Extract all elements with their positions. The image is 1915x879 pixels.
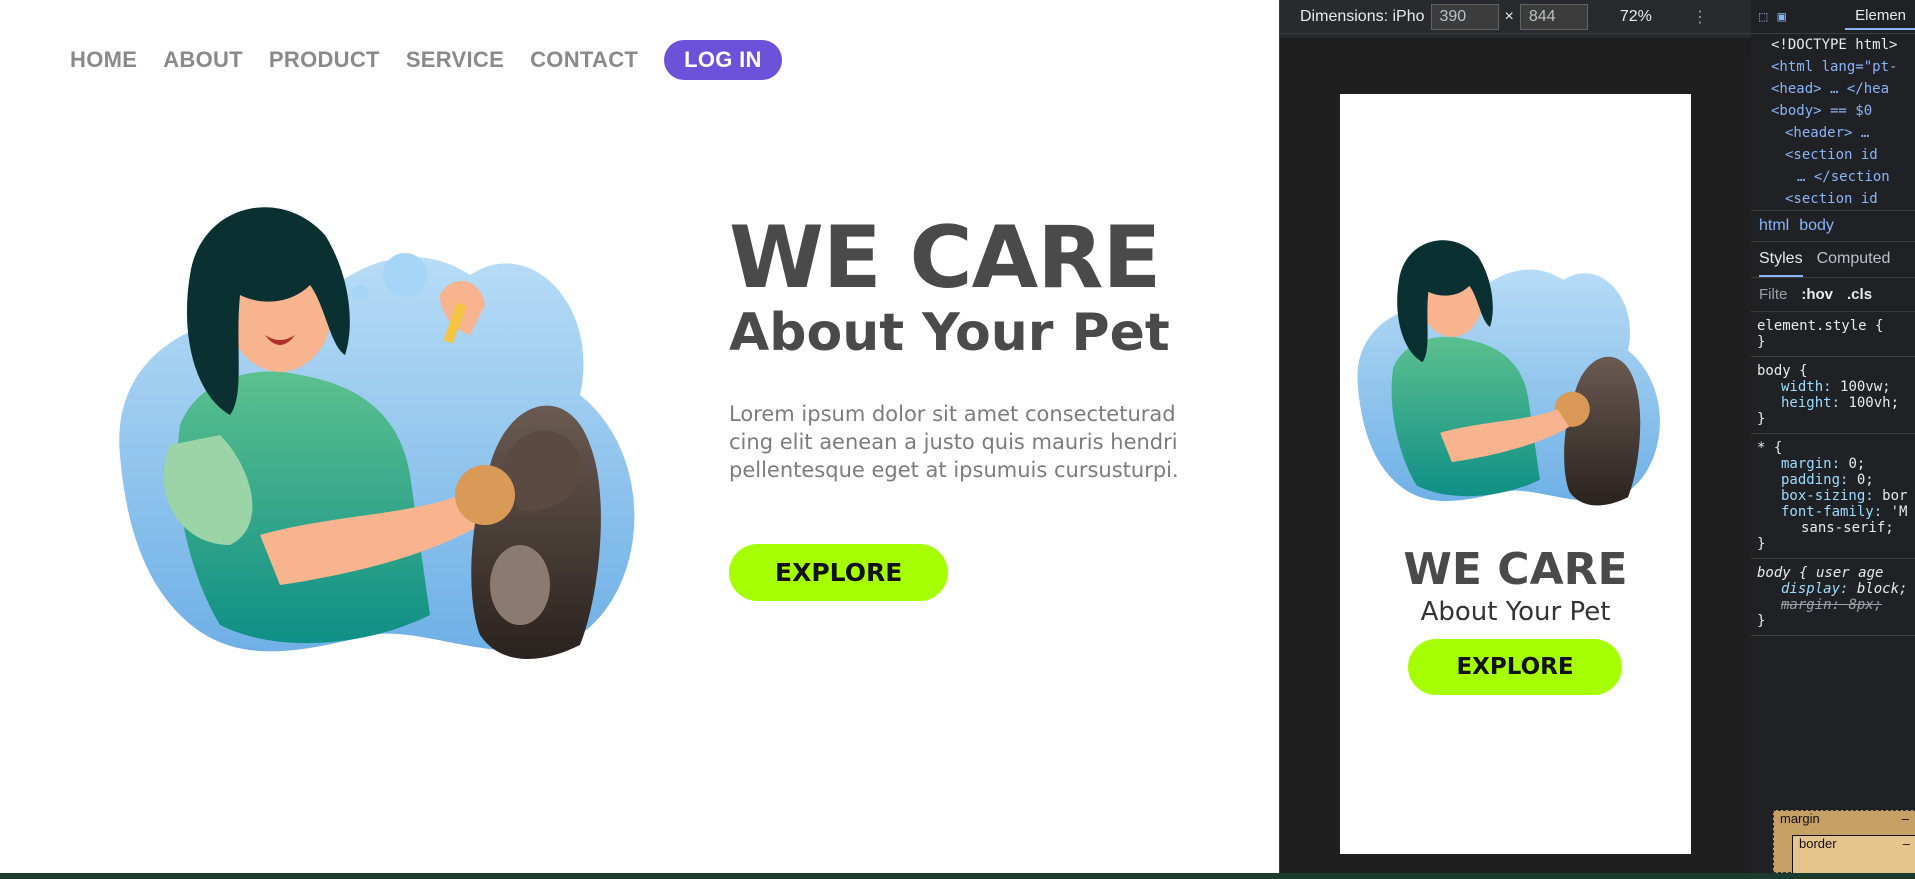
rule-property[interactable]: margin: 0; bbox=[1757, 456, 1912, 472]
phone-preview: WE CARE About Your Pet EXPLORE bbox=[1340, 94, 1691, 854]
taskbar-strip bbox=[0, 873, 1915, 879]
phone-hero-title: WE CARE bbox=[1403, 544, 1628, 595]
style-rule: element.style { } bbox=[1751, 312, 1915, 357]
bubble-small bbox=[352, 285, 368, 301]
dom-line[interactable]: <body> == $0 bbox=[1751, 100, 1915, 122]
rule-close: } bbox=[1757, 613, 1766, 629]
tab-elements[interactable]: Elemen bbox=[1845, 3, 1915, 30]
nav-contact[interactable]: CONTACT bbox=[530, 47, 638, 73]
hero-body-line: cing elit aenean a justo quis mauris hen… bbox=[729, 430, 1178, 454]
dog-snout bbox=[455, 465, 515, 525]
emulator-canvas: WE CARE About Your Pet EXPLORE bbox=[1280, 60, 1751, 873]
style-rule: * { margin: 0; padding: 0; box-sizing: b… bbox=[1751, 434, 1915, 559]
device-width-input[interactable]: 390 bbox=[1430, 3, 1499, 30]
zoom-select[interactable]: 72% bbox=[1620, 8, 1652, 26]
phone-hero-subtitle: About Your Pet bbox=[1420, 597, 1611, 627]
rule-property[interactable]: padding: 0; bbox=[1757, 472, 1912, 488]
rule-property: display: block; bbox=[1781, 581, 1908, 597]
device-toggle-icon[interactable]: ▣ bbox=[1767, 9, 1785, 25]
dom-line[interactable]: <!DOCTYPE html> bbox=[1751, 34, 1915, 56]
nav-about[interactable]: ABOUT bbox=[163, 47, 243, 73]
dimensions-label[interactable]: Dimensions: iPho bbox=[1300, 8, 1425, 26]
bubble-large bbox=[383, 253, 427, 297]
website-viewport: HOME ABOUT PRODUCT SERVICE CONTACT LOG I… bbox=[0, 0, 1279, 873]
user-agent-rule: body { user age display: block; margin: … bbox=[1751, 559, 1915, 636]
hero-subtitle: About Your Pet bbox=[729, 303, 1170, 363]
box-model-border: border – bbox=[1792, 835, 1915, 873]
dom-tree: <!DOCTYPE html> <html lang="pt- <head> …… bbox=[1751, 34, 1915, 210]
dom-line[interactable]: <section id bbox=[1751, 144, 1915, 166]
rule-close: } bbox=[1757, 334, 1766, 350]
crumb-body[interactable]: body bbox=[1799, 217, 1834, 235]
rule-property[interactable]: box-sizing: bor bbox=[1757, 488, 1912, 504]
rule-selector[interactable]: * { bbox=[1757, 440, 1912, 456]
rule-property[interactable]: height: 100vh; bbox=[1757, 395, 1912, 411]
dom-line[interactable]: … </section bbox=[1751, 166, 1915, 188]
hero-title: WE CARE bbox=[729, 208, 1161, 308]
hero-body-line: pellentesque eget at ipsumuis cursusturp… bbox=[729, 458, 1179, 482]
dog-chest bbox=[490, 545, 550, 625]
devtools-panel: Dimensions: iPho 390 × 844 72% ⋮ WE CARE bbox=[1279, 0, 1915, 873]
hero-body-line: Lorem ipsum dolor sit amet consecteturad bbox=[729, 402, 1176, 426]
kebab-menu-icon[interactable]: ⋮ bbox=[1692, 7, 1708, 27]
nav-product[interactable]: PRODUCT bbox=[269, 47, 380, 73]
styles-tabs: Styles Computed bbox=[1751, 242, 1915, 278]
phone-explore-button[interactable]: EXPLORE bbox=[1408, 639, 1622, 695]
elements-panel: ⬚ ▣ Elemen <!DOCTYPE html> <html lang="p… bbox=[1751, 0, 1915, 873]
nav-service[interactable]: SERVICE bbox=[406, 47, 504, 73]
filter-input[interactable]: Filte bbox=[1759, 286, 1787, 303]
breadcrumb: html body bbox=[1751, 210, 1915, 242]
nav-home[interactable]: HOME bbox=[70, 47, 137, 73]
rule-close: } bbox=[1757, 411, 1766, 427]
main-nav: HOME ABOUT PRODUCT SERVICE CONTACT LOG I… bbox=[70, 40, 808, 80]
hov-toggle[interactable]: :hov bbox=[1801, 286, 1833, 303]
box-model-margin: margin – border – bbox=[1773, 810, 1915, 873]
device-toolbar: Dimensions: iPho 390 × 844 72% ⋮ bbox=[1280, 0, 1751, 34]
elements-toolbar: ⬚ ▣ Elemen bbox=[1751, 0, 1915, 34]
times-icon: × bbox=[1504, 7, 1514, 25]
tab-styles[interactable]: Styles bbox=[1759, 250, 1803, 277]
cls-toggle[interactable]: .cls bbox=[1847, 286, 1872, 303]
rule-selector[interactable]: body { bbox=[1757, 363, 1912, 379]
styles-filter-bar: Filte :hov .cls bbox=[1751, 278, 1915, 312]
hero-text-block: WE CARE About Your Pet Lorem ipsum dolor… bbox=[729, 210, 1249, 601]
login-button[interactable]: LOG IN bbox=[664, 40, 782, 80]
dom-line[interactable]: <head> … </hea bbox=[1751, 78, 1915, 100]
device-emulator: Dimensions: iPho 390 × 844 72% ⋮ WE CARE bbox=[1280, 0, 1751, 873]
dom-line[interactable]: <html lang="pt- bbox=[1751, 56, 1915, 78]
dom-line[interactable]: <section id bbox=[1751, 188, 1915, 210]
rule-property-overridden: margin: 8px; bbox=[1781, 597, 1883, 613]
hero-illustration bbox=[119, 207, 635, 659]
rule-selector: body { user age bbox=[1757, 565, 1884, 581]
tab-computed[interactable]: Computed bbox=[1817, 250, 1891, 277]
phone-hero-illustration bbox=[1357, 240, 1660, 506]
rule-selector[interactable]: element.style { bbox=[1757, 318, 1912, 334]
style-rule: body { width: 100vw; height: 100vh; } bbox=[1751, 357, 1915, 434]
rule-property[interactable]: width: 100vw; bbox=[1757, 379, 1912, 395]
rule-property[interactable]: font-family: 'M bbox=[1757, 504, 1912, 520]
rule-property-continued: sans-serif; bbox=[1801, 520, 1894, 536]
device-height-input[interactable]: 844 bbox=[1519, 3, 1588, 30]
hero-body: Lorem ipsum dolor sit amet consecteturad… bbox=[729, 400, 1229, 484]
rule-close: } bbox=[1757, 536, 1766, 552]
explore-button[interactable]: EXPLORE bbox=[729, 544, 949, 601]
dom-line[interactable]: <header> … bbox=[1751, 122, 1915, 144]
inspect-icon[interactable]: ⬚ bbox=[1751, 9, 1767, 25]
crumb-html[interactable]: html bbox=[1759, 217, 1789, 235]
